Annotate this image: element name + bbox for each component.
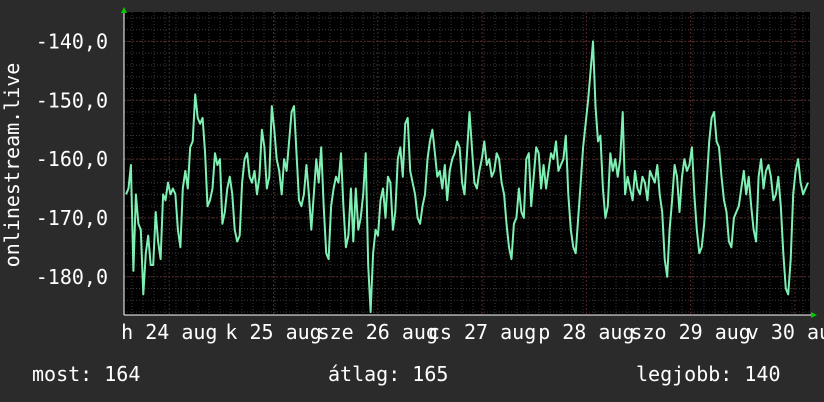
y-axis-arrow-icon xyxy=(121,7,127,13)
x-tick-label: p 28 aug xyxy=(538,320,634,344)
x-axis-ticks: h 24 aug k 25 augsze 26 augcs 27 aug p 28 … xyxy=(121,320,824,344)
y-axis-label: onlinestream.live xyxy=(0,63,24,268)
x-tick-label: cs 27 aug xyxy=(428,320,536,344)
stat-average: átlag: 165 xyxy=(328,362,449,386)
stats-bar: most: 164 átlag: 165 legjobb: 140 xyxy=(0,362,824,392)
y-tick-label: -150,0 xyxy=(36,88,108,112)
y-tick-label: -140,0 xyxy=(36,29,108,53)
x-tick-label: v 30 aug xyxy=(747,320,824,344)
y-tick-label: -160,0 xyxy=(36,147,108,171)
x-tick-label: szo 29 aug xyxy=(630,320,750,344)
y-axis-ticks: -140,0 -150,0 -160,0 -170,0 -180,0 xyxy=(36,29,108,288)
stat-best: legjobb: 140 xyxy=(636,362,781,386)
x-axis-arrow-icon xyxy=(811,312,817,318)
x-tick-label: h 24 aug xyxy=(121,320,217,344)
stat-now: most: 164 xyxy=(32,362,141,386)
y-tick-label: -180,0 xyxy=(36,265,108,289)
x-tick-label: k 25 aug xyxy=(225,320,321,344)
x-tick-label: sze 26 aug xyxy=(318,320,438,344)
chart: -140,0 -150,0 -160,0 -170,0 -180,0 h 24 aug k… xyxy=(0,7,824,344)
y-tick-label: -170,0 xyxy=(36,206,108,230)
